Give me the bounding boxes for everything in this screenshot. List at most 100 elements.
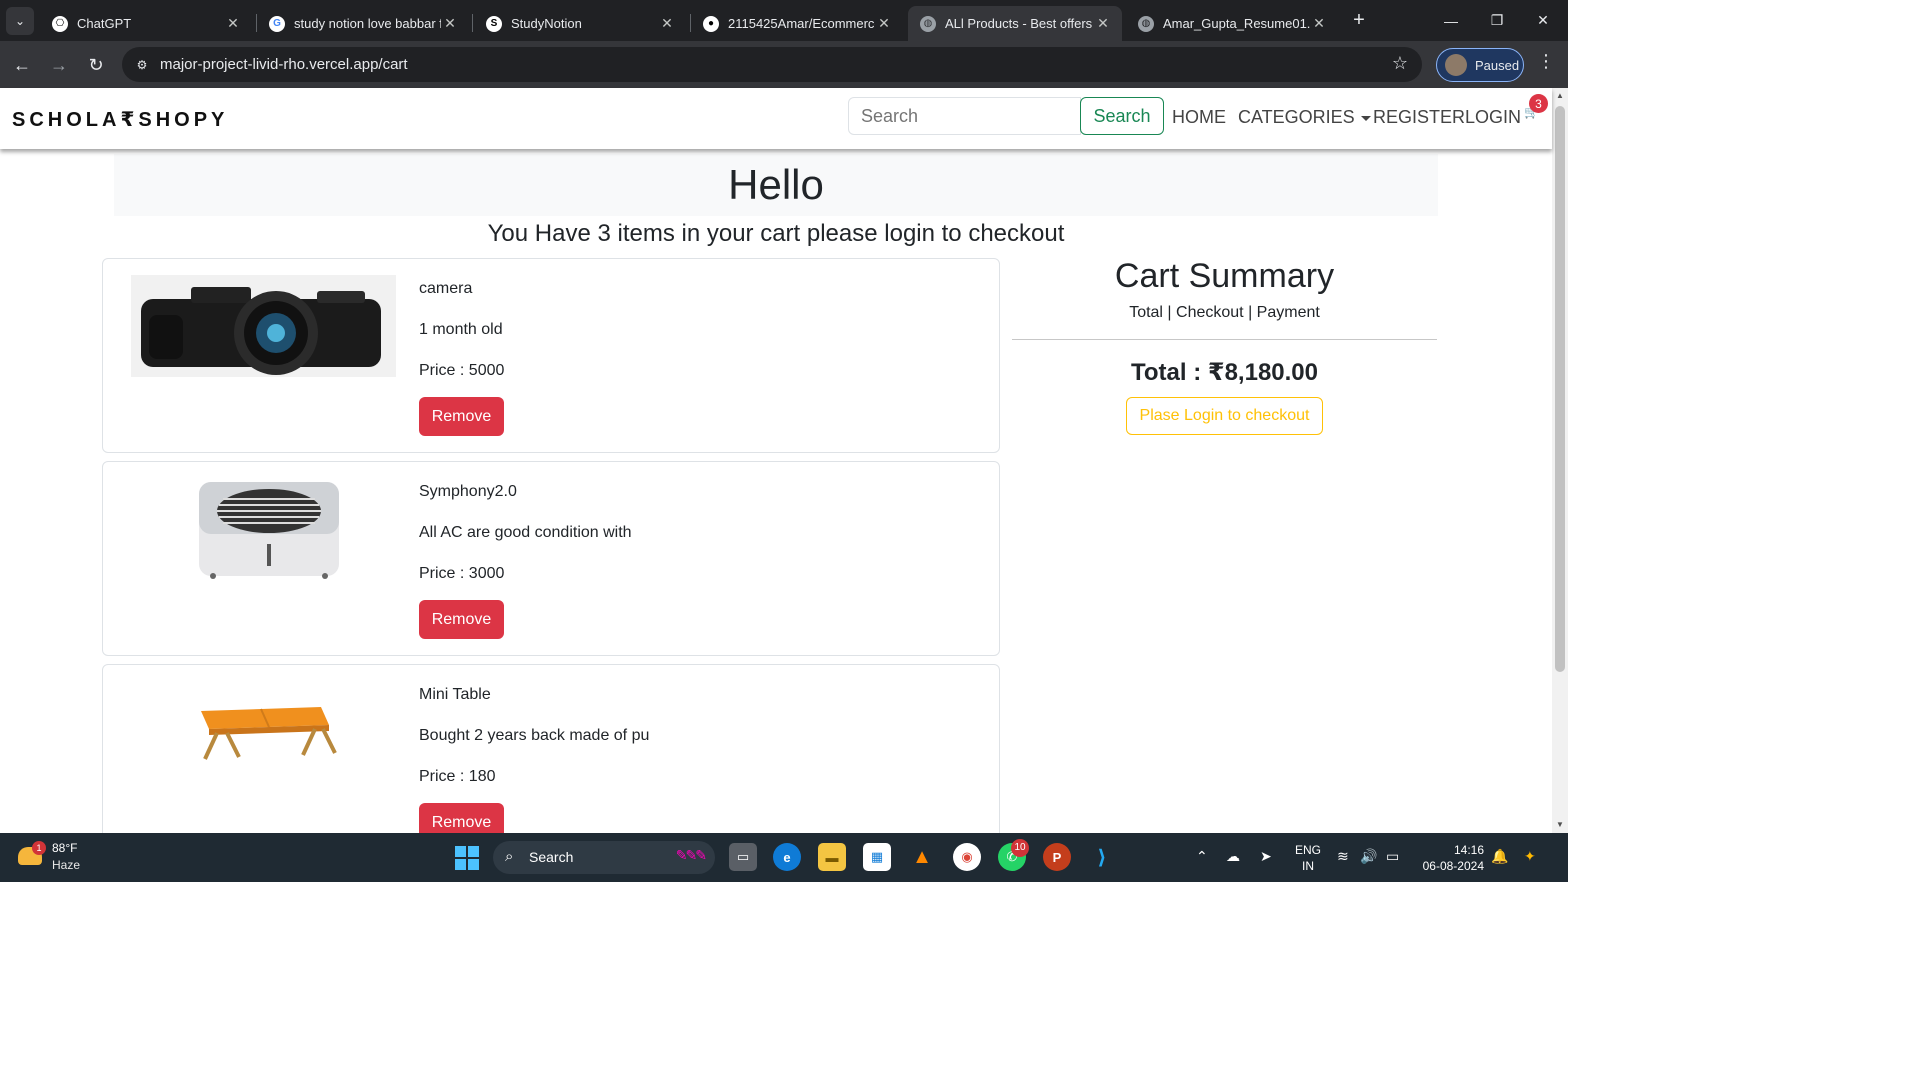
profile-button[interactable]: Paused — [1436, 48, 1524, 82]
address-bar[interactable]: ⚙ major-project-livid-rho.vercel.app/car… — [122, 47, 1422, 82]
close-icon[interactable]: ✕ — [658, 15, 676, 32]
edge-icon[interactable]: e — [773, 843, 801, 871]
page-scrollbar[interactable]: ▲ ▼ — [1552, 88, 1568, 833]
nav-categories-label: CATEGORIES — [1238, 107, 1355, 127]
studynotion-icon: S — [486, 15, 502, 32]
scroll-down-icon[interactable]: ▼ — [1552, 817, 1568, 833]
search-highlight-icon: ✎✎✎ — [675, 847, 707, 863]
copilot-icon[interactable]: ✦ — [1524, 848, 1536, 865]
vlc-icon[interactable]: ▲ — [908, 843, 936, 871]
weather-temp[interactable]: 88°F — [52, 841, 77, 855]
browser-window: ⌄ ⎔ ChatGPT ✕ G study notion love babbar… — [0, 0, 1568, 882]
weather-badge: 1 — [32, 841, 46, 855]
system-clock[interactable]: 14:16 06-08-2024 — [1418, 842, 1484, 874]
battery-icon[interactable]: ▭ — [1386, 848, 1399, 865]
nav-home[interactable]: HOME — [1172, 107, 1226, 128]
bookmark-star-icon[interactable]: ☆ — [1392, 53, 1408, 74]
region-code: IN — [1302, 859, 1314, 873]
scroll-thumb[interactable] — [1555, 106, 1565, 672]
weather-condition[interactable]: Haze — [52, 858, 80, 872]
file-explorer-icon[interactable]: ▬ — [818, 843, 846, 871]
cart-message: You Have 3 items in your cart please log… — [487, 220, 1065, 247]
tray-overflow-icon[interactable]: ⌃ — [1196, 848, 1208, 865]
site-navbar: SCHOLA₹SHOPY Search HOME CATEGORIES REGI… — [0, 88, 1552, 149]
item-name: Symphony2.0 — [419, 483, 517, 500]
notification-bell-icon[interactable]: 🔔 — [1491, 848, 1508, 865]
tab-title: 2115425Amar/Ecommerce — [728, 16, 875, 31]
close-icon[interactable]: ✕ — [875, 15, 893, 32]
brand-logo[interactable]: SCHOLA₹SHOPY — [12, 107, 228, 132]
cart-item: camera 1 month old Price : 5000 Remove — [102, 258, 1000, 453]
browser-toolbar: ← → ↻ ⚙ major-project-livid-rho.vercel.a… — [0, 41, 1568, 88]
onedrive-icon[interactable]: ☁ — [1226, 848, 1240, 865]
product-image-table — [131, 681, 396, 783]
windows-taskbar: 1 88°F Haze ⌕ Search ✎✎✎ ▭ e ▬ ▦ ▲ ◉ ✆ 1… — [0, 833, 1568, 882]
taskbar-search[interactable]: ⌕ Search ✎✎✎ — [493, 841, 715, 874]
remove-button[interactable]: Remove — [419, 600, 504, 639]
window-close-icon[interactable]: ✕ — [1520, 0, 1566, 41]
chevron-down-icon — [1360, 115, 1371, 121]
nav-register[interactable]: REGISTER — [1373, 107, 1465, 128]
location-icon[interactable]: ➤ — [1260, 848, 1272, 865]
windows-start-icon[interactable] — [455, 846, 479, 870]
tab-strip: ⌄ ⎔ ChatGPT ✕ G study notion love babbar… — [0, 0, 1568, 41]
item-description: 1 month old — [419, 321, 503, 338]
task-view-icon[interactable]: ▭ — [729, 843, 757, 871]
reload-icon[interactable]: ↻ — [82, 51, 110, 79]
restore-icon[interactable]: ❐ — [1474, 0, 1520, 41]
close-icon[interactable]: ✕ — [224, 15, 242, 32]
site-info-icon[interactable]: ⚙ — [132, 55, 152, 75]
minimize-icon[interactable]: — — [1428, 0, 1474, 41]
remove-button[interactable]: Remove — [419, 397, 504, 436]
language-indicator[interactable]: ENG IN — [1295, 842, 1321, 874]
menu-kebab-icon[interactable]: ⋮ — [1536, 51, 1556, 72]
whatsapp-badge: 10 — [1011, 839, 1029, 857]
scroll-up-icon[interactable]: ▲ — [1552, 88, 1568, 104]
cart-total: Total : ₹8,180.00 — [1131, 359, 1318, 386]
chatgpt-icon: ⎔ — [52, 15, 68, 32]
cart-item: Mini Table Bought 2 years back made of p… — [102, 664, 1000, 833]
remove-button[interactable]: Remove — [419, 803, 504, 833]
tab-all-products[interactable]: ◍ ALl Products - Best offers ✕ — [908, 6, 1122, 41]
item-description: All AC are good condition with — [419, 524, 632, 541]
item-description: Bought 2 years back made of pu — [419, 727, 650, 744]
powerpoint-icon[interactable]: P — [1043, 843, 1071, 871]
search-button[interactable]: Search — [1080, 97, 1164, 135]
store-icon[interactable]: ▦ — [863, 843, 891, 871]
github-icon: ● — [703, 15, 719, 32]
item-price: Price : 3000 — [419, 565, 505, 582]
close-icon[interactable]: ✕ — [1310, 15, 1328, 32]
tab-separator — [472, 14, 473, 32]
tab-chatgpt[interactable]: ⎔ ChatGPT ✕ — [40, 6, 252, 41]
vscode-icon[interactable]: ⟩ — [1088, 843, 1116, 871]
summary-subheading: Total | Checkout | Payment — [1129, 304, 1320, 321]
summary-heading: Cart Summary — [1114, 257, 1335, 295]
new-tab-button[interactable]: + — [1347, 9, 1371, 33]
volume-icon[interactable]: 🔊 — [1360, 848, 1377, 865]
tab-title: Amar_Gupta_Resume01.pd — [1163, 16, 1310, 31]
google-icon: G — [269, 15, 285, 32]
tab-resume[interactable]: ◍ Amar_Gupta_Resume01.pd ✕ — [1126, 6, 1338, 41]
tab-search-button[interactable]: ⌄ — [6, 7, 34, 35]
close-icon[interactable]: ✕ — [441, 15, 459, 32]
back-icon[interactable]: ← — [8, 51, 36, 79]
chrome-icon[interactable]: ◉ — [953, 843, 981, 871]
nav-categories[interactable]: CATEGORIES — [1238, 107, 1371, 128]
clock-time: 14:16 — [1453, 843, 1484, 857]
taskbar-search-label: Search — [529, 849, 574, 865]
tab-studynotion[interactable]: S StudyNotion ✕ — [474, 6, 686, 41]
close-icon[interactable]: ✕ — [1094, 15, 1112, 32]
product-image-air-cooler — [131, 478, 396, 580]
item-name: camera — [419, 280, 473, 297]
cart-page: Hello You Have 3 items in your cart plea… — [0, 149, 1552, 833]
tab-github[interactable]: ● 2115425Amar/Ecommerce ✕ — [691, 6, 903, 41]
nav-login[interactable]: LOGIN — [1465, 107, 1521, 128]
tab-google-search[interactable]: G study notion love babbar fi ✕ — [257, 6, 469, 41]
search-input[interactable] — [848, 97, 1081, 135]
login-to-checkout-button[interactable]: Plase Login to checkout — [1126, 397, 1323, 435]
forward-icon[interactable]: → — [45, 51, 73, 79]
wifi-icon[interactable]: ≋ — [1337, 848, 1349, 865]
globe-icon: ◍ — [920, 15, 936, 32]
profile-status: Paused — [1475, 57, 1520, 73]
summary-divider — [1012, 339, 1437, 340]
